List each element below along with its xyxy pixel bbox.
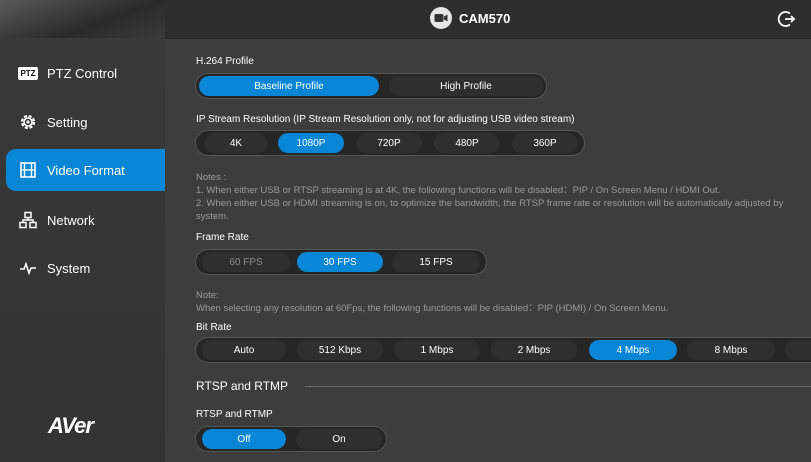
aver-logo: AVer: [48, 413, 94, 438]
network-icon: [17, 209, 39, 231]
gear-icon: [17, 111, 39, 133]
option-2mbps[interactable]: 2 Mbps: [491, 340, 577, 360]
sidebar-item-video-format[interactable]: Video Format: [6, 149, 165, 191]
notes-line-1: 1. When either USB or RTSP streaming is …: [196, 185, 721, 196]
sidebar-item-label: Network: [47, 212, 95, 228]
option-60fps[interactable]: 60 FPS: [202, 252, 290, 272]
option-360p[interactable]: 360P: [512, 133, 578, 153]
option-more-bitrate[interactable]: [785, 340, 811, 360]
sidebar-item-system[interactable]: System: [0, 247, 165, 289]
camera-icon: [430, 7, 452, 29]
ptz-icon: PTZ: [18, 66, 38, 80]
h264-profile-label: H.264 Profile: [196, 56, 254, 67]
rtsp-section-title: RTSP and RTMP: [196, 379, 289, 393]
option-720p[interactable]: 720P: [356, 133, 422, 153]
note2-line: When selecting any resolution at 60Fps, …: [196, 303, 669, 314]
sidebar-item-network[interactable]: Network: [0, 199, 165, 241]
sidebar-item-ptz-control[interactable]: PTZ PTZ Control: [0, 52, 165, 94]
option-high-profile[interactable]: High Profile: [389, 76, 543, 96]
rtsp-label: RTSP and RTMP: [196, 409, 273, 420]
note2-title: Note:: [196, 290, 219, 301]
option-4k[interactable]: 4K: [204, 133, 268, 153]
option-15fps[interactable]: 15 FPS: [392, 252, 480, 272]
notes-line-2: 2. When either USB or HDMI streaming is …: [196, 198, 784, 222]
option-baseline-profile[interactable]: Baseline Profile: [199, 76, 379, 96]
rtsp-selector: Off On: [195, 426, 387, 452]
sidebar-item-label: Video Format: [47, 162, 125, 178]
option-512kbps[interactable]: 512 Kbps: [297, 340, 383, 360]
sidebar-item-label: System: [47, 260, 91, 276]
sidebar-header: [0, 0, 165, 38]
camera-title: CAM570: [459, 11, 511, 26]
option-off[interactable]: Off: [202, 429, 286, 449]
sidebar-item-label: PTZ Control: [47, 65, 118, 81]
sidebar-item-setting[interactable]: Setting: [0, 101, 165, 143]
option-1mbps[interactable]: 1 Mbps: [394, 340, 480, 360]
pulse-icon: [17, 257, 39, 279]
frame-rate-label: Frame Rate: [196, 232, 249, 243]
h264-profile-selector: Baseline Profile High Profile: [195, 73, 547, 99]
sidebar: PTZ PTZ Control Setting Video Format Net…: [0, 0, 165, 462]
option-480p[interactable]: 480P: [434, 133, 500, 153]
resolution-label: IP Stream Resolution (IP Stream Resoluti…: [196, 114, 575, 125]
logout-icon[interactable]: [777, 9, 797, 29]
option-4mbps[interactable]: 4 Mbps: [589, 340, 677, 360]
frame-rate-selector: 60 FPS 30 FPS 15 FPS: [195, 249, 487, 275]
option-1080p[interactable]: 1080P: [278, 133, 344, 153]
option-on[interactable]: On: [296, 429, 382, 449]
film-icon: [17, 159, 39, 181]
sidebar-item-label: Setting: [47, 114, 88, 130]
option-30fps[interactable]: 30 FPS: [297, 252, 383, 272]
resolution-selector: 4K 1080P 720P 480P 360P: [195, 130, 585, 156]
video-format-panel: H.264 Profile Baseline Profile High Prof…: [165, 39, 811, 462]
top-header: CAM570: [165, 0, 811, 39]
bit-rate-selector: Auto 512 Kbps 1 Mbps 2 Mbps 4 Mbps 8 Mbp…: [195, 337, 811, 363]
option-auto[interactable]: Auto: [202, 340, 286, 360]
section-divider: [305, 386, 811, 387]
notes-title: Notes :: [196, 172, 227, 183]
option-8mbps[interactable]: 8 Mbps: [687, 340, 775, 360]
bit-rate-label: Bit Rate: [196, 322, 232, 333]
